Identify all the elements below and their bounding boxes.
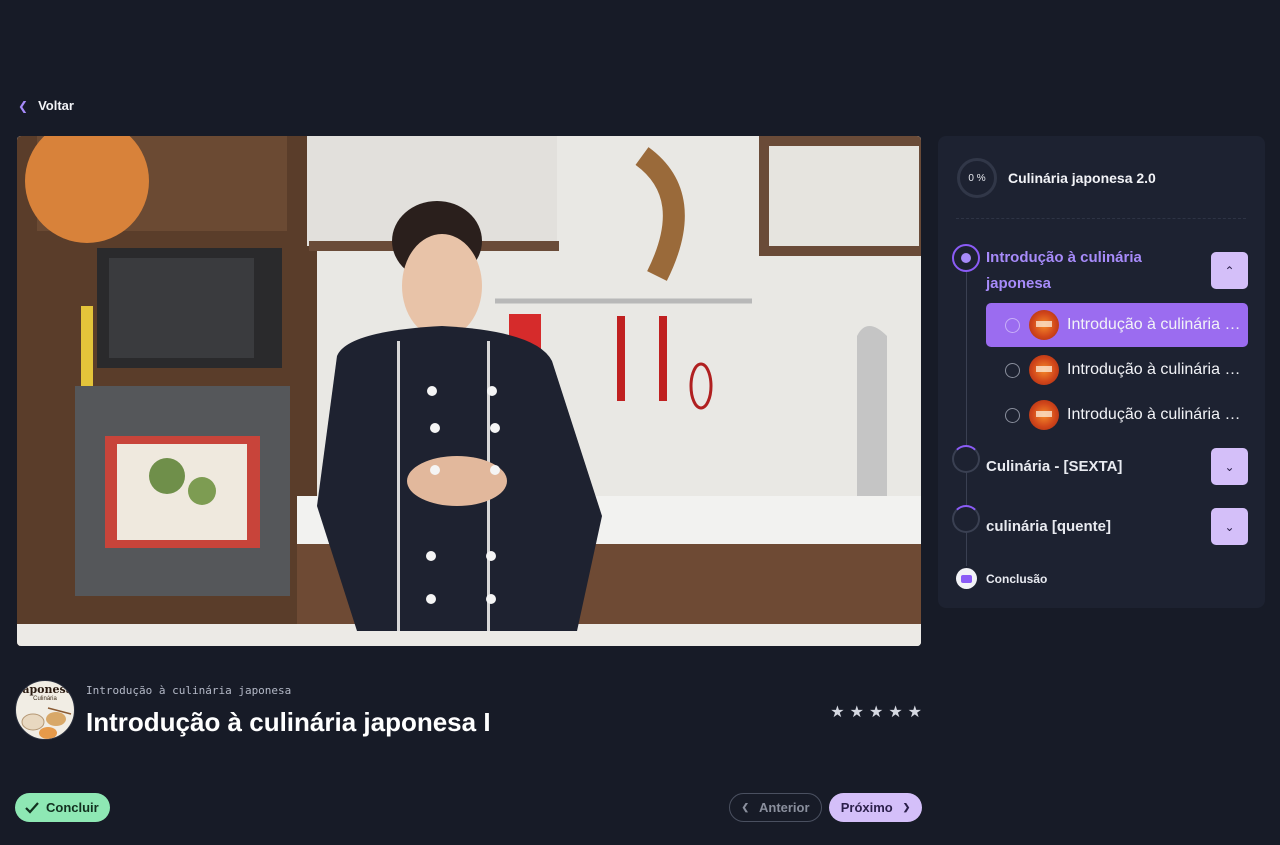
- lesson-radio-icon: [1005, 317, 1020, 333]
- lesson-item[interactable]: Introdução à culinária japonesa III: [986, 393, 1248, 437]
- module-status-icon: [952, 445, 980, 473]
- conclusion-item[interactable]: Conclusão: [956, 568, 1047, 589]
- chevron-down-icon: ⌄: [1224, 459, 1235, 474]
- course-sidebar: 0 % Culinária japonesa 2.0 Introdução à …: [938, 136, 1265, 608]
- next-label: Próximo: [840, 800, 893, 815]
- expand-module-button[interactable]: ⌄: [1211, 508, 1248, 545]
- module-title[interactable]: Culinária - [SEXTA]: [986, 454, 1122, 480]
- video-player[interactable]: [17, 136, 921, 646]
- conclusion-label: Conclusão: [986, 571, 1048, 586]
- lesson-thumbnail: [1029, 400, 1059, 430]
- course-progress-ring: 0 %: [957, 158, 997, 198]
- star-icon[interactable]: ★: [869, 702, 883, 722]
- lesson-item-label: Introdução à culinária japonesa III: [1067, 406, 1243, 423]
- chevron-left-icon: ❮: [18, 98, 29, 113]
- lesson-radio-icon: [1005, 407, 1020, 423]
- course-thumbnail: Japonesa Culinária: [15, 680, 75, 740]
- chevron-right-icon: ❯: [902, 802, 911, 812]
- video-frame: [17, 136, 921, 646]
- expand-module-button[interactable]: ⌄: [1211, 448, 1248, 485]
- collapse-module-button[interactable]: ⌃: [1211, 252, 1248, 289]
- module-title[interactable]: culinária [quente]: [986, 514, 1111, 540]
- food-illustration-icon: [21, 707, 72, 739]
- divider: [956, 218, 1246, 219]
- module-subtitle: Introdução à culinária japonesa: [86, 684, 292, 697]
- module-title[interactable]: Introdução à culinária japonesa: [986, 245, 1176, 297]
- lesson-item[interactable]: Introdução à culinária japonesa II: [986, 348, 1248, 392]
- certificate-icon: [956, 568, 977, 589]
- previous-button[interactable]: ❮ Anterior: [729, 793, 822, 822]
- star-icon[interactable]: ★: [888, 702, 902, 722]
- course-title: Culinária japonesa 2.0: [1008, 170, 1156, 186]
- complete-button[interactable]: Concluir: [15, 793, 110, 822]
- module-status-icon: [952, 505, 980, 533]
- star-icon[interactable]: ★: [850, 702, 864, 722]
- star-icon[interactable]: ★: [908, 702, 922, 722]
- star-icon[interactable]: ★: [830, 702, 844, 722]
- chevron-up-icon: ⌃: [1224, 263, 1235, 278]
- back-label: Voltar: [38, 98, 74, 113]
- check-icon: [25, 801, 39, 814]
- lesson-thumbnail: [1029, 310, 1059, 340]
- rating-stars[interactable]: ★ ★ ★ ★ ★: [830, 702, 922, 722]
- chevron-left-icon: ❮: [741, 802, 749, 812]
- lesson-thumbnail: [1029, 355, 1059, 385]
- back-link[interactable]: ❮ Voltar: [18, 98, 74, 113]
- lesson-header: Japonesa Culinária Introdução à culinári…: [15, 680, 925, 740]
- lesson-title: Introdução à culinária japonesa I: [86, 707, 491, 737]
- lesson-item-label: Introdução à culinária japonesa I: [1067, 316, 1243, 333]
- lesson-radio-icon: [1005, 362, 1020, 378]
- progress-label: 0 %: [968, 172, 986, 184]
- complete-label: Concluir: [46, 800, 99, 815]
- next-button[interactable]: Próximo ❯: [829, 793, 922, 822]
- chevron-down-icon: ⌄: [1224, 519, 1235, 534]
- lesson-item[interactable]: Introdução à culinária japonesa I: [986, 303, 1248, 347]
- previous-label: Anterior: [758, 800, 810, 815]
- module-status-icon: [952, 244, 980, 272]
- lesson-item-label: Introdução à culinária japonesa II: [1067, 361, 1243, 378]
